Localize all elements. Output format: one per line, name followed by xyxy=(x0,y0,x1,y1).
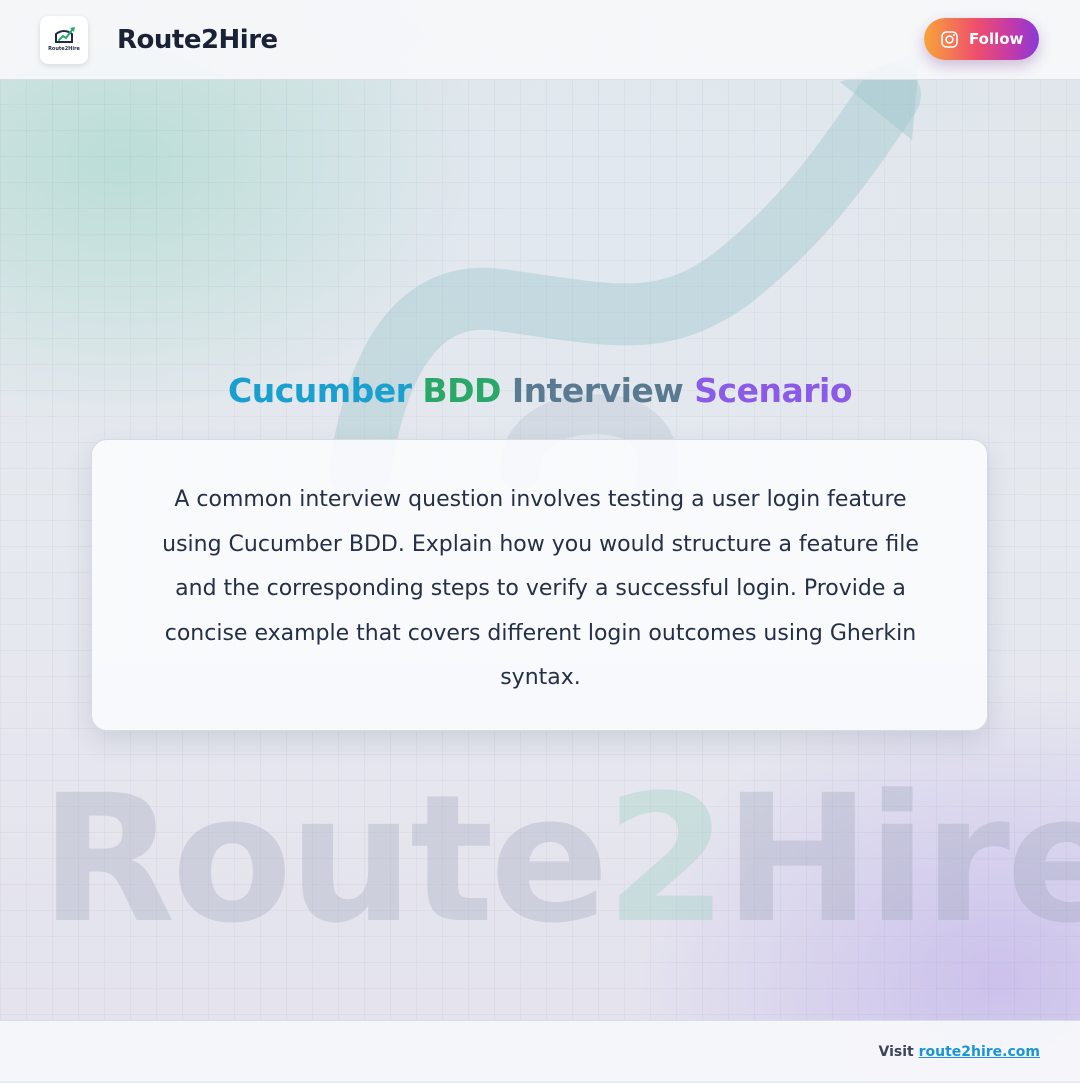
instagram-icon xyxy=(941,31,958,48)
website-link[interactable]: route2hire.com xyxy=(919,1044,1040,1060)
footer-bar: Visit route2hire.com xyxy=(0,1020,1080,1081)
watermark-text: Route2Hire xyxy=(40,757,1080,962)
question-card: A common interview question involves tes… xyxy=(91,439,988,731)
footer-prefix: Visit xyxy=(878,1044,914,1060)
footer-visit-text: Visit route2hire.com xyxy=(879,1021,1041,1083)
watermark-part-hire: Hire xyxy=(723,757,1080,962)
title-word-bdd: BDD xyxy=(422,371,501,410)
logo-text: Route2Hire xyxy=(48,46,80,52)
brand-name: Route2Hire xyxy=(117,25,278,55)
page-title: Cucumber BDD Interview Scenario xyxy=(0,366,1080,416)
watermark-part-route: Route xyxy=(40,757,609,962)
question-text: A common interview question involves tes… xyxy=(162,487,919,690)
follow-label: Follow xyxy=(969,30,1024,48)
header-bar: Route2Hire Route2Hire Follow xyxy=(0,0,1080,80)
brand-logo[interactable]: Route2Hire xyxy=(40,16,88,64)
logo-icon xyxy=(55,27,75,43)
watermark-part-two: 2 xyxy=(605,757,727,962)
follow-button[interactable]: Follow xyxy=(924,18,1039,60)
title-word-scenario: Scenario xyxy=(694,371,853,410)
title-word-interview: Interview xyxy=(511,371,684,410)
title-word-cucumber: Cucumber xyxy=(227,371,412,410)
